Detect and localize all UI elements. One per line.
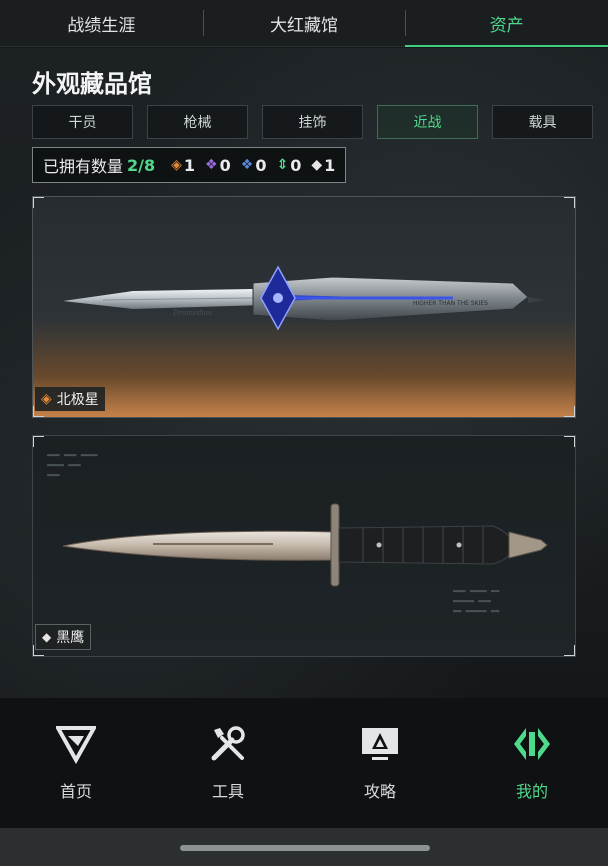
owned-count-box: 已拥有数量 2/8 ◈ 1 ❖ 0 ❖ 0 ⇕ 0 ◆ 1 — [32, 147, 347, 183]
tools-icon — [211, 726, 245, 761]
tab-red-collection[interactable]: 大红藏馆 — [202, 0, 406, 46]
nav-home[interactable]: 首页 — [0, 698, 152, 828]
frame-corner — [33, 197, 44, 208]
white-gem-icon: ◆ — [42, 630, 52, 644]
nav-label: 我的 — [515, 782, 548, 801]
green-gem-icon: ⇕ — [276, 157, 289, 173]
black-hawk-knife-image — [62, 503, 548, 587]
handle-engraving: HIGHER THAN THE SKIES — [413, 300, 488, 307]
page-title: 外观藏品馆 — [32, 70, 152, 98]
nav-tools[interactable]: 工具 — [152, 698, 304, 828]
item-card-black-hawk[interactable]: ▬▬▬ ▬▬▬ ▬▬▬▬ ▬▬▬▬ ▬▬▬ ▬▬▬ ▬▬▬ ▬▬▬▬ ▬▬ ▬▬▬▬▬… — [32, 435, 576, 657]
frame-corner — [564, 436, 575, 447]
tier-blue: ❖ 0 — [241, 156, 267, 175]
tier-purple: ❖ 0 — [205, 156, 231, 175]
top-tab-bar: 战绩生涯 大红藏馆 资产 — [0, 0, 608, 47]
tab-career[interactable]: 战绩生涯 — [0, 0, 203, 46]
north-star-knife-image: Dromedius HIGHER THAN THE SKIES — [63, 265, 545, 331]
home-indicator[interactable] — [180, 845, 430, 851]
tier-count: 1 — [324, 155, 336, 175]
guide-monitor-icon — [362, 728, 398, 760]
tier-green: ⇕ 0 — [276, 156, 301, 175]
tier-orange: ◈ 1 — [171, 156, 195, 175]
category-vehicles[interactable]: 载具 — [492, 105, 593, 139]
tier-count: 0 — [290, 155, 302, 175]
orange-gem-icon: ◈ — [171, 157, 182, 173]
item-card-north-star[interactable]: Dromedius HIGHER THAN THE SKIES ◈ 北极星 — [32, 196, 576, 418]
tier-white: ◆ 1 — [311, 156, 335, 175]
nav-label: 攻略 — [363, 782, 396, 801]
owned-value: 2/8 — [127, 155, 156, 175]
category-tabs: 干员 枪械 挂饰 近战 载具 — [32, 105, 593, 139]
category-charms[interactable]: 挂饰 — [262, 105, 363, 139]
tab-assets[interactable]: 资产 — [405, 0, 608, 47]
nav-label: 工具 — [211, 782, 244, 801]
category-guns[interactable]: 枪械 — [147, 105, 248, 139]
tier-count: 0 — [255, 155, 267, 175]
frame-corner — [564, 406, 575, 417]
frame-corner — [33, 436, 44, 447]
frame-corner — [564, 645, 575, 656]
delta-logo-icon — [56, 726, 96, 764]
frame-corner — [564, 197, 575, 208]
blade-engraving: Dromedius — [172, 309, 212, 317]
category-operators[interactable]: 干员 — [32, 105, 133, 139]
category-melee[interactable]: 近战 — [377, 105, 478, 139]
tier-count: 1 — [183, 155, 196, 175]
nav-guide[interactable]: 攻略 — [304, 698, 456, 828]
bottom-navigation: 首页 工具 攻略 我的 — [0, 698, 608, 828]
white-gem-icon: ◆ — [311, 157, 323, 173]
item-name-tag: ◈ 北极星 — [35, 387, 105, 411]
orange-gem-icon: ◈ — [41, 391, 52, 407]
blue-gem-icon: ❖ — [240, 157, 254, 173]
item-name-tag: ◆ 黑鹰 — [35, 624, 92, 650]
nav-mine[interactable]: 我的 — [456, 698, 608, 828]
tier-count: 0 — [219, 155, 231, 175]
profile-diamond-icon — [514, 728, 550, 760]
nav-label: 首页 — [59, 782, 92, 801]
item-name: 北极星 — [56, 392, 99, 408]
purple-gem-icon: ❖ — [205, 157, 218, 173]
item-name: 黑鹰 — [56, 630, 85, 646]
owned-label: 已拥有数量 — [43, 157, 124, 176]
